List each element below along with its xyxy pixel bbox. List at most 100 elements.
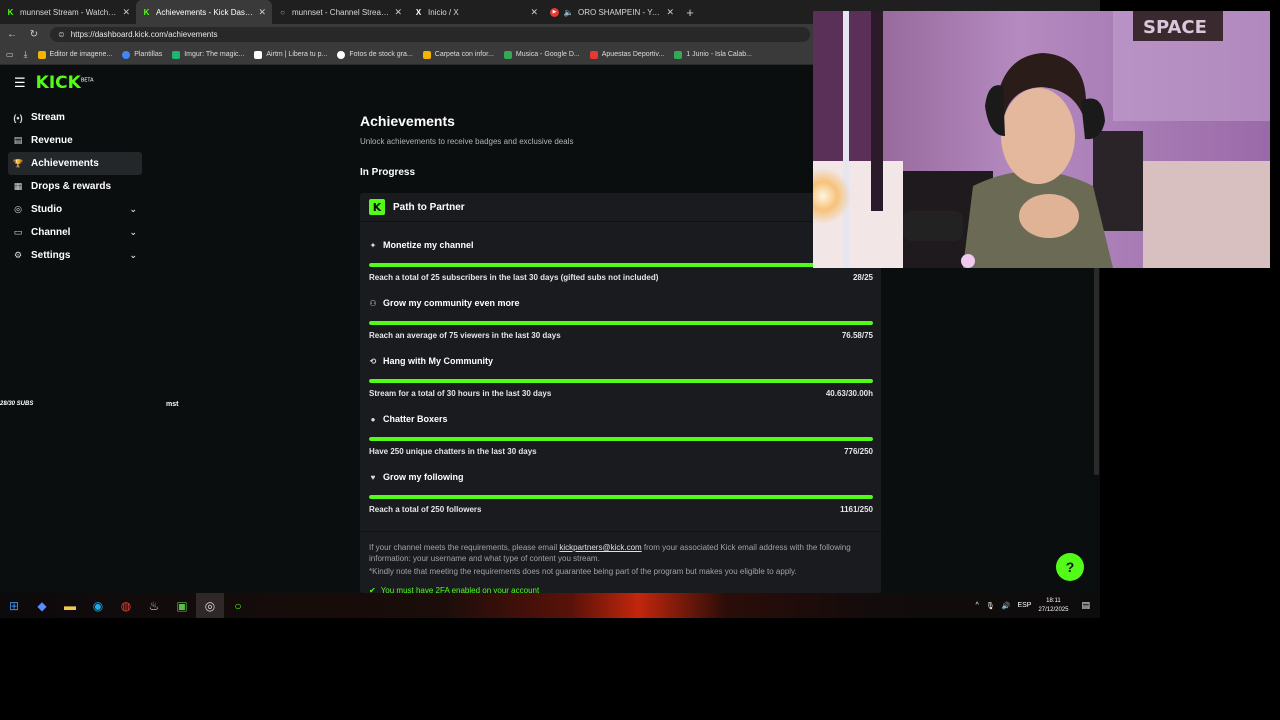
windows-taskbar: ⊞ ◆ ▬ ◉ ◍ ♨ ▣ ◎ ○ ^ 🎙 🔊 ESP 18:11 27/12/… <box>0 593 1100 618</box>
bookmark-item[interactable]: Airtm | Libera tu p... <box>254 50 327 59</box>
minecraft-icon[interactable]: ▣ <box>168 593 196 618</box>
bookmark-item[interactable]: Imgur: The magic... <box>172 50 244 59</box>
gear-icon: ⚙ <box>13 250 23 260</box>
sidebar-item-settings[interactable]: ⚙ Settings ⌄ <box>8 244 142 267</box>
close-tab-icon[interactable]: ✕ <box>394 7 402 18</box>
tab-title: munnset - Channel Streams on Kick <box>292 7 390 17</box>
progress-fill <box>369 321 873 325</box>
sparkle-icon: ✦ <box>369 240 377 250</box>
sidebar-item-label: Drops & rewards <box>31 181 112 192</box>
help-support-button[interactable]: ? <box>1056 553 1084 581</box>
progress-bar <box>369 379 873 383</box>
chevron-down-icon[interactable]: ⌄ <box>129 250 137 261</box>
close-tab-icon[interactable]: ✕ <box>122 7 130 18</box>
bookmark-favicon-icon <box>122 50 131 59</box>
sidebar-item-channel[interactable]: ▭ Channel ⌄ <box>8 221 142 244</box>
browser-tab[interactable]: X Inicio / X ✕ <box>408 0 544 24</box>
achievement-description: Reach a total of 25 subscribers in the l… <box>369 273 659 282</box>
card-header: K Path to Partner <box>360 193 881 222</box>
achievements-header: Achievements Unlock achievements to rece… <box>360 113 880 178</box>
bookmark-item[interactable]: Musica - Google D... <box>503 50 580 59</box>
bookmark-item[interactable]: Editor de imagene... <box>37 50 112 59</box>
tray-overflow-chevron-icon[interactable]: ^ <box>976 602 979 609</box>
achievement-title: Chatter Boxers <box>383 414 448 424</box>
tab-groups-icon[interactable]: ▭ <box>6 50 14 59</box>
file-explorer-icon[interactable]: ▬ <box>56 593 84 618</box>
browser-tab[interactable]: ○ munnset - Channel Streams on Kick ✕ <box>272 0 408 24</box>
partner-info-footer: If your channel meets the requirements, … <box>360 531 881 593</box>
sidebar-item-label: Studio <box>31 204 63 215</box>
copilot-icon[interactable]: ◆ <box>28 593 56 618</box>
browser-tab[interactable]: K munnset Stream - Watch Live on Kick ✕ <box>0 0 136 24</box>
trophy-icon: 🏆 <box>13 159 23 168</box>
partner-instructions: If your channel meets the requirements, … <box>369 543 851 563</box>
obs-icon[interactable]: ◎ <box>196 593 224 618</box>
windows-start-icon[interactable]: ⊞ <box>0 593 28 618</box>
volume-icon[interactable]: 🔊 <box>1002 602 1011 610</box>
bookmark-item[interactable]: 1 Junio - Isla Calab... <box>674 50 752 59</box>
hamburger-menu-icon[interactable]: ☰ <box>14 75 26 91</box>
achievement-title: Monetize my channel <box>383 240 474 250</box>
sidebar-item-studio[interactable]: ◎ Studio ⌄ <box>8 198 142 221</box>
bookmark-favicon-icon <box>37 50 46 59</box>
address-bar[interactable]: ⊜ https://dashboard.kick.com/achievement… <box>50 27 810 42</box>
bookmark-item[interactable]: Fotos de stock gra... <box>337 50 413 59</box>
speaker-icon[interactable]: 🔈 <box>564 8 574 17</box>
progress-bar <box>369 495 873 499</box>
close-tab-icon[interactable]: ✕ <box>258 7 266 18</box>
bookmark-item[interactable]: Carpeta con infor... <box>422 50 494 59</box>
downloads-icon[interactable]: ⤓ <box>24 49 28 60</box>
achievement-title: Grow my following <box>383 472 464 482</box>
bookmark-item[interactable]: Apuestas Deportiv... <box>589 50 664 59</box>
browser-tab-active[interactable]: K Achievements - Kick Dashboard ✕ <box>136 0 272 24</box>
sidebar-item-achievements[interactable]: 🏆 Achievements <box>8 152 142 175</box>
reload-icon[interactable]: ↻ <box>28 29 40 40</box>
chevron-down-icon[interactable]: ⌄ <box>129 227 137 238</box>
broadcast-icon: ⟲ <box>369 356 377 366</box>
requirement-2fa: ✔ You must have 2FA enabled on your accou… <box>369 585 872 593</box>
microphone-icon[interactable]: 🎙 <box>986 602 995 610</box>
achievement-grow-community: ⚇ Grow my community even more Reach an av… <box>369 297 873 340</box>
revenue-icon: ▤ <box>13 135 23 145</box>
partner-disclaimer: *Kindly note that meeting the requiremen… <box>369 567 797 576</box>
clock-time: 18:11 <box>1046 597 1061 604</box>
chrome-icon[interactable]: ◍ <box>112 593 140 618</box>
close-tab-icon[interactable]: ✕ <box>666 7 674 18</box>
bookmark-item[interactable]: Plantillas <box>122 50 162 59</box>
webcam-illustration: SPACE <box>813 11 1270 268</box>
tab-title: ORO SHAMPEIN - YouTube Music <box>578 7 661 17</box>
bookmark-favicon-icon <box>254 50 263 59</box>
gift-icon: ▦ <box>13 181 23 191</box>
sidebar-item-label: Settings <box>31 250 71 261</box>
sidebar-item-revenue[interactable]: ▤ Revenue <box>8 129 142 152</box>
clock[interactable]: 18:11 27/12/2025 <box>1038 597 1068 615</box>
browser-tab[interactable]: ▶ 🔈 ORO SHAMPEIN - YouTube Music ✕ <box>544 0 680 24</box>
notification-icon[interactable]: ▤ <box>1081 600 1090 611</box>
kick-favicon-icon: K <box>143 7 150 17</box>
edge-icon[interactable]: ◉ <box>84 593 112 618</box>
language-indicator[interactable]: ESP <box>1017 602 1031 609</box>
google-drive-icon <box>674 50 683 59</box>
partner-email-link[interactable]: kickpartners@kick.com <box>559 543 641 552</box>
webcam-overlay: SPACE <box>813 11 1270 268</box>
section-title: In Progress <box>360 167 416 178</box>
kick-logo[interactable]: KICKBETA <box>36 73 94 93</box>
sidebar-item-stream[interactable]: (•) Stream <box>8 106 142 129</box>
chevron-down-icon[interactable]: ⌄ <box>129 204 137 215</box>
new-tab-button[interactable]: + <box>680 0 700 24</box>
dashboard-sidebar: (•) Stream ▤ Revenue 🏆 Achievements ▦ Dr… <box>8 106 142 267</box>
svg-text:SPACE: SPACE <box>1143 17 1207 38</box>
kick-app-icon[interactable]: ○ <box>224 593 252 618</box>
close-tab-icon[interactable]: ✕ <box>530 7 538 18</box>
achievement-description: Have 250 unique chatters in the last 30 … <box>369 447 537 456</box>
achievement-title: Hang with My Community <box>383 356 493 366</box>
achievement-hang-with-community: ⟲ Hang with My Community Stream for a tot… <box>369 355 873 398</box>
site-info-icon[interactable]: ⊜ <box>58 30 65 39</box>
x-favicon-icon: X <box>415 7 422 17</box>
path-to-partner-card: K Path to Partner ✦ Monetize my channel R… <box>360 193 881 593</box>
progress-fill <box>369 495 873 499</box>
sidebar-item-drops-rewards[interactable]: ▦ Drops & rewards <box>8 175 142 198</box>
steam-icon[interactable]: ♨ <box>140 593 168 618</box>
clock-date: 27/12/2025 <box>1038 606 1069 613</box>
back-icon[interactable]: ← <box>6 29 18 40</box>
